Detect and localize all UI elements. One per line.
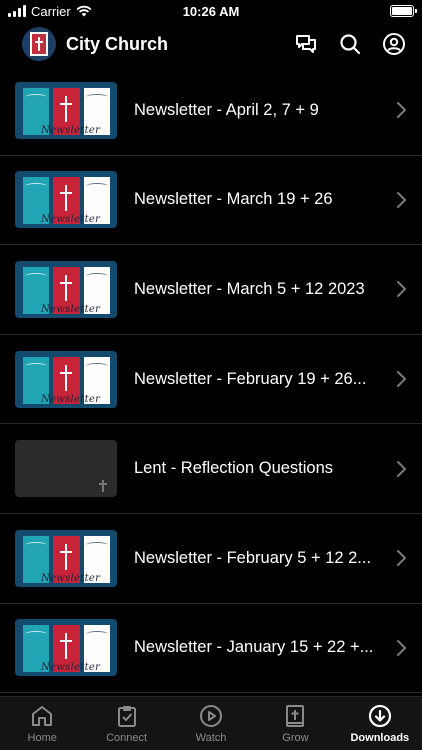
thumbnail-logo-text: Newsletter <box>41 214 101 226</box>
chevron-right-icon <box>397 371 406 388</box>
list-item[interactable]: Newsletter Newsletter - March 5 + 12 2023 <box>0 245 422 335</box>
tab-bar: Home Connect Watch Grow Downloads <box>0 696 422 750</box>
list-item-title: Newsletter - March 19 + 26 <box>134 190 333 209</box>
list-item-title: Newsletter - February 5 + 12 2... <box>134 548 372 567</box>
tab-watch[interactable]: Watch <box>169 697 253 750</box>
chevron-right-icon <box>397 102 406 119</box>
tab-connect-label: Connect <box>106 732 148 744</box>
thumbnail-logo-text: Newsletter <box>41 393 101 405</box>
list-item[interactable]: Newsletter Newsletter - March 19 + 26 <box>0 156 422 246</box>
chevron-right-icon <box>397 550 406 567</box>
list-item[interactable]: Newsletter Newsletter - February 5 + 12 2… <box>0 514 422 604</box>
newsletter-thumbnail: Newsletter <box>15 619 117 677</box>
newsletter-thumbnail: Newsletter <box>15 529 117 587</box>
header-actions <box>294 32 406 56</box>
list-item-title: Newsletter - February 19 + 26... <box>134 369 367 388</box>
bible-icon <box>286 705 305 727</box>
tab-grow-label: Grow <box>282 732 309 744</box>
play-icon <box>200 705 223 727</box>
list-item[interactable]: Lent - Reflection Questions <box>0 424 422 514</box>
downloads-list: Newsletter Newsletter - April 2, 7 + 9 New… <box>0 66 422 696</box>
home-icon <box>32 706 53 726</box>
newsletter-thumbnail: Newsletter <box>15 350 117 408</box>
tab-connect[interactable]: Connect <box>84 697 168 750</box>
checklist-icon <box>117 706 136 727</box>
download-icon <box>368 704 391 728</box>
thumbnail-logo-text: Newsletter <box>41 662 101 674</box>
status-bar: Carrier 10:26 AM <box>0 0 422 22</box>
list-item[interactable]: Newsletter Newsletter - February 19 + 26.… <box>0 335 422 425</box>
status-left: Carrier <box>8 4 92 19</box>
search-icon[interactable] <box>338 32 362 56</box>
tab-home[interactable]: Home <box>0 697 84 750</box>
tab-watch-label: Watch <box>195 732 227 744</box>
chat-icon[interactable] <box>294 32 318 56</box>
thumbnail-logo-text: Newsletter <box>41 303 101 315</box>
chevron-right-icon <box>397 191 406 208</box>
profile-icon[interactable] <box>382 32 406 56</box>
list-item[interactable]: Newsletter Newsletter - April 2, 7 + 9 <box>0 66 422 156</box>
cross-icon <box>98 480 108 493</box>
tab-downloads[interactable]: Downloads <box>338 697 422 750</box>
thumbnail-logo-text: Newsletter <box>41 124 101 136</box>
tab-downloads-label: Downloads <box>350 732 410 744</box>
app-header: City Church <box>0 22 422 66</box>
list-item-title: Lent - Reflection Questions <box>134 459 334 478</box>
newsletter-thumbnail: Newsletter <box>15 260 117 318</box>
battery-icon <box>390 5 417 17</box>
carrier-label: Carrier <box>31 3 71 19</box>
list-item[interactable]: Newsletter Newsletter - January 15 + 22 +… <box>0 604 422 694</box>
newsletter-thumbnail: Newsletter <box>15 171 117 229</box>
signal-icon <box>8 5 26 17</box>
thumbnail-logo-text: Newsletter <box>41 572 101 584</box>
chevron-right-icon <box>397 281 406 298</box>
church-logo <box>22 27 56 61</box>
wifi-icon <box>76 5 92 17</box>
tab-home-label: Home <box>27 732 57 744</box>
chevron-right-icon <box>397 639 406 656</box>
newsletter-thumbnail: Newsletter <box>15 81 117 139</box>
list-item-title: Newsletter - January 15 + 22 +... <box>134 638 374 657</box>
app-title: City Church <box>66 33 169 54</box>
chevron-right-icon <box>397 460 406 477</box>
list-item-title: Newsletter - April 2, 7 + 9 <box>134 100 319 119</box>
tab-grow[interactable]: Grow <box>253 697 337 750</box>
placeholder-thumbnail <box>15 440 117 498</box>
list-item-title: Newsletter - March 5 + 12 2023 <box>134 279 365 298</box>
